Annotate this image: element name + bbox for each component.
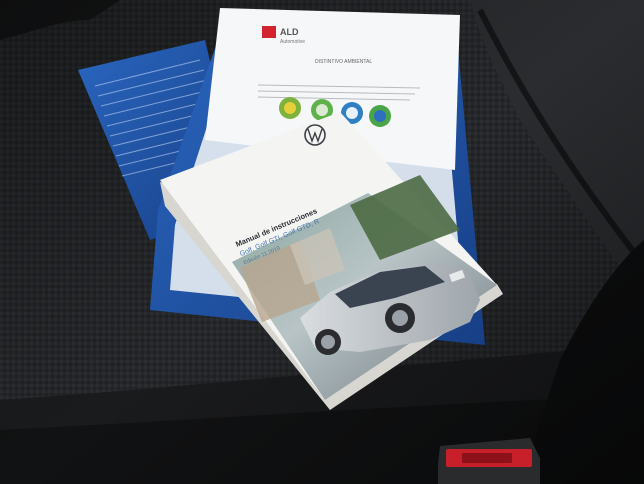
- photo-scene: ALD Automotive DISTINTIVO AMBIENTAL Manu…: [0, 0, 644, 484]
- seatbelt-buckle-icon: [438, 438, 540, 484]
- ald-brand: ALD: [280, 27, 299, 37]
- sticker-title: DISTINTIVO AMBIENTAL: [315, 59, 372, 65]
- ald-brand-sub: Automotive: [280, 39, 305, 45]
- ald-logo-icon: [262, 26, 276, 38]
